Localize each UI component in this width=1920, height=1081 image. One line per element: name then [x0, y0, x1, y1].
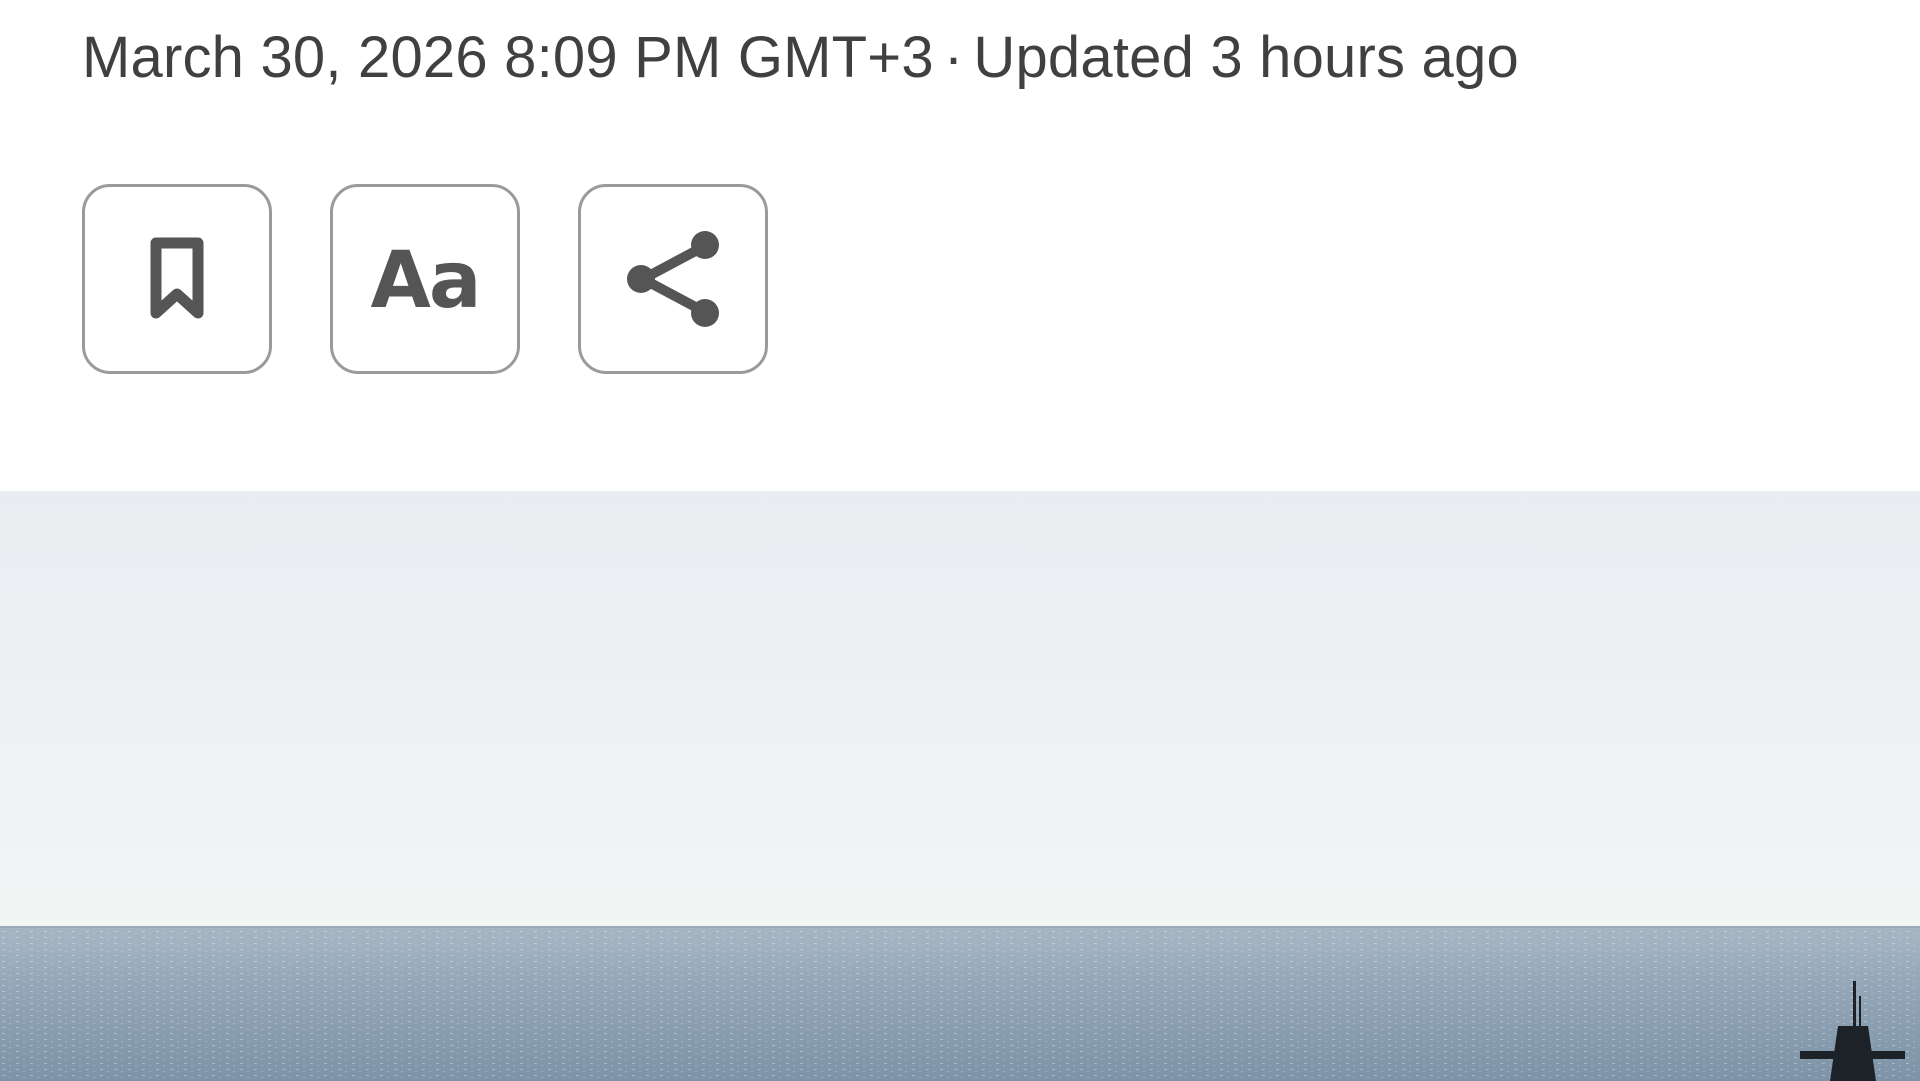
article-dateline: March 30, 2026 8:09 PM GMT+3 · Updated 3 h… [82, 22, 1519, 94]
text-size-icon: Aa [370, 236, 481, 326]
share-icon [621, 227, 725, 331]
article-hero-image [0, 491, 1920, 1081]
bookmark-icon [147, 237, 207, 321]
dateline-separator: · [943, 25, 964, 90]
published-timestamp: March 30, 2026 8:09 PM GMT+3 [82, 25, 934, 90]
sky [0, 491, 1920, 931]
article-action-bar: Aa [82, 184, 768, 374]
updated-timestamp: Updated 3 hours ago [973, 25, 1519, 90]
bookmark-button[interactable] [82, 184, 272, 374]
article-page: March 30, 2026 8:09 PM GMT+3 · Updated 3 h… [0, 0, 1920, 1081]
share-button[interactable] [578, 184, 768, 374]
text-size-button[interactable]: Aa [330, 184, 520, 374]
